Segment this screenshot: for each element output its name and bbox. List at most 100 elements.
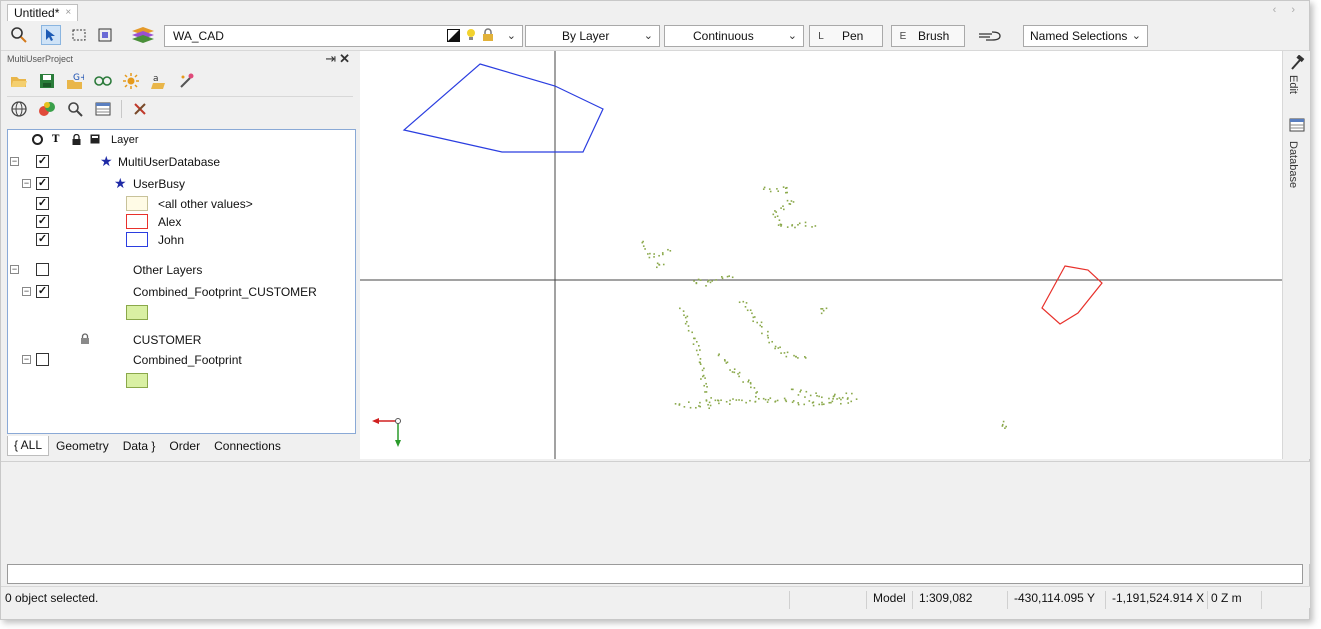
footprint-point [777, 347, 780, 349]
lock-icon[interactable] [80, 333, 90, 348]
magic-wand-icon[interactable] [177, 71, 197, 91]
legend-row[interactable]: ✓ John [8, 230, 355, 250]
layer-row[interactable]: − ✓ ★ MultiUserDatabase [8, 152, 355, 172]
collapse-icon[interactable]: − [22, 287, 31, 296]
layer-visible-checkbox[interactable]: ✓ [36, 177, 49, 190]
chevron-down-icon[interactable]: ⌄ [507, 29, 516, 42]
legend-row[interactable]: ✓ Alex [8, 212, 355, 232]
footprint-point [648, 256, 651, 259]
tab-geometry[interactable]: Geometry [49, 436, 116, 456]
svg-text:G+: G+ [73, 73, 84, 83]
legend-row[interactable]: ✓ <all other values> [8, 194, 355, 214]
collapse-icon[interactable]: − [22, 179, 31, 188]
footprint-point [768, 341, 770, 344]
layer-row[interactable]: − Combined_Footprint [8, 350, 355, 370]
save-icon[interactable] [37, 71, 57, 91]
footprint-point [774, 345, 777, 348]
layer-visible-checkbox[interactable]: ✓ [36, 285, 49, 298]
tab-order[interactable]: Order [162, 436, 207, 456]
command-input[interactable] [7, 564, 1303, 584]
named-selections-label: Named Selections [1030, 29, 1128, 43]
tab-all[interactable]: { ALL [7, 436, 50, 456]
lock-icon[interactable] [482, 28, 494, 42]
close-icon[interactable]: ✕ [339, 51, 353, 66]
globe-icon[interactable] [9, 99, 29, 119]
collapse-icon[interactable]: − [10, 265, 19, 274]
layer-visible-checkbox[interactable] [36, 263, 49, 276]
legend-visible-checkbox[interactable]: ✓ [36, 197, 49, 210]
panel-toolbar-row-2 [9, 99, 150, 119]
color-toggle-icon[interactable] [447, 28, 460, 42]
footprint-point [699, 349, 701, 351]
layers-stack-icon[interactable] [129, 25, 157, 45]
add-layer-icon[interactable]: G+ [65, 71, 85, 91]
tab-edit[interactable]: Edit [1287, 75, 1299, 94]
john-polygon[interactable] [402, 63, 604, 153]
glasses-icon[interactable] [93, 71, 113, 91]
map-view[interactable] [360, 51, 1282, 459]
footprint-point [705, 382, 707, 385]
document-tab[interactable]: Untitled* × [7, 4, 79, 21]
footprint-point [774, 210, 776, 212]
brush-button[interactable]: E Brush [891, 25, 965, 47]
alex-polygon[interactable] [1041, 265, 1103, 325]
table-icon[interactable] [93, 99, 113, 119]
layer-row[interactable]: − ✓ Combined_Footprint_CUSTOMER [8, 282, 355, 302]
linetype-combo[interactable]: Continuous ⌄ [664, 25, 804, 47]
footprint-point [683, 314, 685, 317]
collapse-icon[interactable]: − [10, 157, 19, 166]
chevron-down-icon[interactable]: ⌄ [1132, 29, 1141, 42]
table-icon[interactable] [1289, 117, 1305, 136]
layer-row[interactable]: − ✓ ★ UserBusy [8, 174, 355, 194]
label-layer-icon[interactable]: a [149, 71, 169, 91]
visibility-column-icon[interactable] [32, 134, 43, 148]
sunburst-icon[interactable] [121, 71, 141, 91]
legend-row [8, 302, 355, 322]
layer-label: Combined_Footprint [133, 353, 242, 367]
layer-combo[interactable]: WA_CAD ⌄ [164, 25, 523, 47]
footprint-point [749, 399, 751, 402]
scissors-icon[interactable] [130, 99, 150, 119]
tab-data[interactable]: Data } [116, 436, 163, 456]
tab-connections[interactable]: Connections [207, 436, 288, 456]
zoom-cursor-icon[interactable] [9, 25, 29, 45]
footprint-point [814, 225, 817, 227]
text-column-icon[interactable]: T [52, 134, 59, 145]
pen-button[interactable]: L Pen [809, 25, 883, 47]
close-icon[interactable]: × [65, 5, 71, 21]
lock-column-icon[interactable] [72, 133, 81, 148]
mode-status[interactable]: Model [873, 591, 906, 605]
layer-row[interactable]: CUSTOMER [8, 330, 355, 350]
footprint-point [697, 353, 699, 356]
footprint-point [698, 344, 700, 347]
named-selections-combo[interactable]: Named Selections ⌄ [1023, 25, 1148, 47]
layer-visible-checkbox[interactable] [36, 353, 49, 366]
field-column-icon[interactable] [90, 134, 100, 147]
scale-status[interactable]: 1:309,082 [919, 591, 972, 605]
footprint-point [751, 312, 753, 315]
box-select-icon[interactable] [95, 25, 115, 45]
theme-palette-icon[interactable] [37, 99, 57, 119]
select-arrow-icon[interactable] [41, 25, 61, 45]
chevron-down-icon[interactable]: ⌄ [644, 29, 653, 42]
tab-nav-arrows[interactable]: ‹ › [1273, 4, 1301, 16]
pin-icon[interactable]: ⇥ [325, 51, 339, 66]
footprint-point [771, 340, 773, 343]
search-icon[interactable] [65, 99, 85, 119]
color-combo[interactable]: By Layer ⌄ [525, 25, 660, 47]
footprint-point [804, 221, 807, 224]
customer-footprints[interactable] [641, 186, 1007, 429]
chevron-down-icon[interactable]: ⌄ [788, 29, 797, 42]
pointing-hand-icon[interactable] [976, 25, 1004, 45]
footprint-point [764, 398, 767, 401]
open-folder-icon[interactable] [9, 71, 29, 91]
legend-visible-checkbox[interactable]: ✓ [36, 233, 49, 246]
tab-database[interactable]: Database [1287, 141, 1299, 188]
legend-visible-checkbox[interactable]: ✓ [36, 215, 49, 228]
lightbulb-icon[interactable] [466, 28, 476, 42]
collapse-icon[interactable]: − [22, 355, 31, 364]
layer-row[interactable]: − Other Layers [8, 260, 355, 280]
layer-visible-checkbox[interactable]: ✓ [36, 155, 49, 168]
rectangle-select-icon[interactable] [69, 25, 89, 45]
hammer-icon[interactable] [1289, 54, 1305, 74]
